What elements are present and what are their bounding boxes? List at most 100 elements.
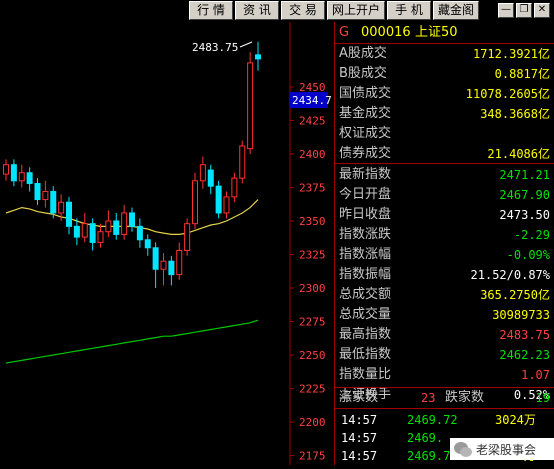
index-row: 昨日收盘 2473.50: [335, 206, 554, 224]
menu-online-account[interactable]: 网上开户: [327, 1, 385, 20]
restore-icon[interactable]: ❐: [516, 3, 532, 18]
candle-body: [113, 220, 120, 235]
index-value: -0.09%: [506, 248, 550, 262]
index-label: 最高指数: [339, 327, 392, 342]
index-row: 总成交额 365.2750亿: [335, 286, 554, 304]
index-value: 2483.75: [499, 328, 550, 342]
candle-body: [73, 225, 80, 238]
index-label: 最低指数: [339, 347, 392, 362]
symbol-header: G 000016 上证50: [335, 24, 554, 42]
candle-body: [168, 260, 175, 276]
close-icon[interactable]: ✕: [534, 3, 550, 18]
index-row: 最低指数 2462.23: [335, 346, 554, 364]
candle-body: [199, 164, 206, 182]
menu-news[interactable]: 资 讯: [235, 1, 279, 20]
turnover-value: 21.4086亿: [487, 147, 550, 161]
trade-price: 2469.: [407, 431, 444, 445]
index-label: 指数振幅: [339, 267, 392, 282]
turnover-row: 权证成交: [335, 125, 554, 143]
candle-body: [97, 231, 104, 243]
candle-body: [136, 225, 143, 241]
symbol-name: 上证50: [415, 25, 458, 40]
index-label: 指数涨幅: [339, 247, 392, 262]
candle-body: [105, 220, 112, 233]
candle-body: [144, 239, 151, 249]
index-row: 指数涨幅 -0.09%: [335, 246, 554, 264]
candle-body: [184, 223, 191, 251]
index-value: -2.29: [513, 228, 550, 242]
turnover-value: 348.3668亿: [480, 107, 550, 121]
candle-body: [160, 260, 167, 270]
candle-body: [239, 145, 246, 179]
index-value: 2462.23: [499, 348, 550, 362]
turnover-row: 国债成交 11078.2605亿: [335, 85, 554, 103]
quote-panel: G 000016 上证50 A股成交 1712.3921亿 B股成交 0.8817亿国…: [334, 22, 554, 465]
menu-market[interactable]: 行 情: [189, 1, 233, 20]
candle-body: [34, 182, 41, 201]
trade-price: 2469.72: [407, 413, 458, 427]
kline-chart[interactable]: 2450 2425 2400 2375 2350 2325 2300 2275 2250 2225…: [0, 22, 334, 465]
candle-body: [66, 201, 72, 227]
trade-time: 14:57: [341, 449, 378, 463]
turnover-row: A股成交 1712.3921亿: [335, 45, 554, 63]
index-row: 总成交量 30989733: [335, 306, 554, 324]
y-tick-label: 2425: [299, 115, 326, 128]
menu-treasure[interactable]: 藏金阁: [433, 1, 479, 20]
turnover-label: A股成交: [339, 46, 387, 61]
turnover-row: B股成交 0.8817亿: [335, 65, 554, 83]
watermark-text: 老梁股事会: [476, 442, 536, 457]
market-marker: G: [339, 25, 350, 40]
top-menu-bar: 行 情 资 讯 交 易 网上开户 手 机 藏金阁 — ❐ ✕: [0, 0, 554, 22]
index-label: 指数量比: [339, 367, 392, 382]
index-row: 最新指数 2471.21: [335, 166, 554, 184]
turnover-label: 国债成交: [339, 86, 392, 101]
divider: [335, 163, 554, 164]
turnover-value: 11078.2605亿: [465, 87, 550, 101]
current-price-label: 2434.7: [292, 94, 332, 107]
y-tick-label: 2325: [299, 249, 326, 262]
candle-body: [42, 191, 49, 201]
candle-body: [10, 164, 17, 182]
y-tick-label: 2250: [299, 349, 326, 362]
turnover-row: 基金成交 348.3668亿: [335, 105, 554, 123]
candle-body: [81, 223, 88, 238]
divider: [335, 408, 554, 409]
trade-vol: 3024万: [495, 413, 536, 427]
index-value: 30989733: [492, 308, 550, 322]
y-tick-label: 2275: [299, 316, 326, 329]
candle-body: [215, 185, 222, 214]
wechat-icon: [454, 442, 472, 457]
index-row: 指数量比 1.07: [335, 366, 554, 384]
divider: [335, 43, 554, 44]
trade-time: 14:57: [341, 431, 378, 445]
symbol-code: 000016: [361, 25, 411, 40]
minimize-icon[interactable]: —: [498, 3, 514, 18]
turnover-row: 债券成交 21.4086亿: [335, 145, 554, 163]
index-label: 总成交量: [339, 307, 392, 322]
down-count-label: 跌家数: [445, 390, 485, 405]
y-tick-label: 2200: [299, 416, 326, 429]
candle-body: [50, 191, 57, 214]
menu-trade[interactable]: 交 易: [281, 1, 325, 20]
candle-body: [247, 62, 254, 150]
high-label: 2483.75: [192, 41, 238, 54]
candle-body: [18, 172, 25, 182]
index-value: 365.2750亿: [480, 288, 550, 302]
index-row: 最高指数 2483.75: [335, 326, 554, 344]
index-value: 1.07: [521, 368, 550, 382]
candle-body: [3, 164, 9, 175]
y-tick-label: 2225: [299, 383, 326, 396]
index-value: 2467.90: [499, 188, 550, 202]
turnover-label: B股成交: [339, 66, 387, 81]
market-breadth: 涨家数 23 跌家数 19: [335, 389, 554, 407]
y-tick-label: 2375: [299, 182, 326, 195]
down-count-value: 19: [535, 391, 550, 405]
candle-body: [223, 196, 230, 214]
turnover-label: 债券成交: [339, 146, 392, 161]
turnover-value: 0.8817亿: [494, 67, 550, 81]
index-label: 今日开盘: [339, 187, 392, 202]
index-label: 最新指数: [339, 167, 392, 182]
divider: [335, 387, 554, 388]
menu-mobile[interactable]: 手 机: [387, 1, 431, 20]
y-tick-label: 2350: [299, 215, 326, 228]
